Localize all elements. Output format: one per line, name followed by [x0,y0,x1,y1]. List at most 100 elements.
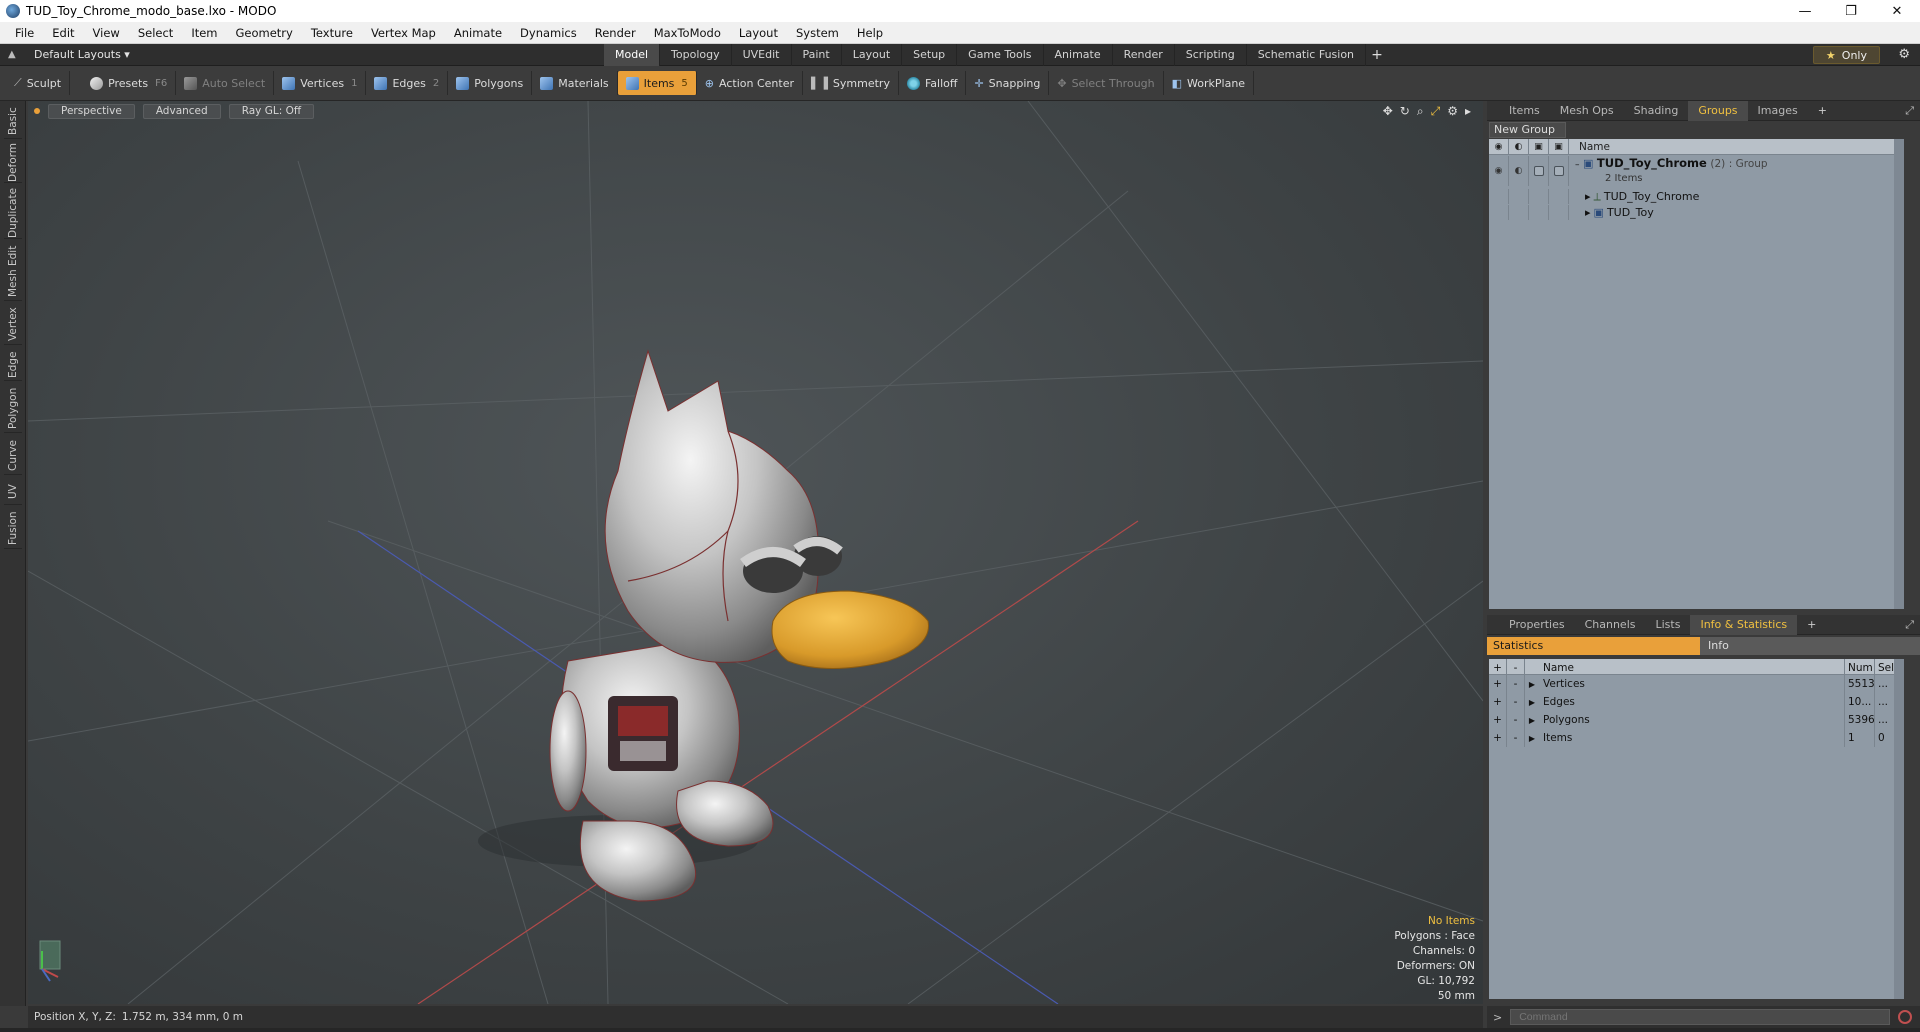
num-column-header[interactable]: Num [1845,659,1875,674]
zoom-icon[interactable]: ⌕ [1417,104,1424,119]
pan-icon[interactable]: ✥ [1383,104,1393,119]
tab-images[interactable]: Images [1748,101,1808,121]
new-group-button[interactable]: New Group [1489,122,1566,138]
collapse-icon[interactable]: – [1575,160,1580,170]
symmetry-button[interactable]: ▌▐ Symmetry [803,71,899,95]
menu-system[interactable]: System [787,26,848,40]
vtab-fusion[interactable]: Fusion [4,509,22,549]
materials-button[interactable]: Materials [532,71,618,95]
table-row[interactable]: + - ▶ Vertices 5513 ... [1489,675,1904,693]
menu-view[interactable]: View [84,26,129,40]
render-col-icon[interactable]: ◐ [1509,138,1529,155]
remove-all-button[interactable]: - [1507,659,1525,674]
select-through-button[interactable]: ✥ Select Through [1049,71,1164,95]
lock-col-icon[interactable]: ▣ [1529,138,1549,155]
menu-dynamics[interactable]: Dynamics [511,26,586,40]
add-panel-tab-button[interactable]: + [1797,615,1826,635]
tab-topology[interactable]: Topology [660,44,732,66]
tab-groups[interactable]: Groups [1688,100,1748,121]
tab-channels[interactable]: Channels [1575,615,1646,635]
viewport-settings-icon[interactable]: ⚙ [1447,104,1458,119]
tab-properties[interactable]: Properties [1499,615,1575,635]
menu-file[interactable]: File [6,26,43,40]
workplane-button[interactable]: ◧ WorkPlane [1164,71,1255,95]
add-button[interactable]: + [1489,693,1507,711]
vtab-basic[interactable]: Basic [4,105,22,139]
viewport-menu-dot[interactable] [34,108,40,114]
tree-item[interactable]: ▸ ▣ TUD_Toy [1489,205,1904,220]
tab-schematic-fusion[interactable]: Schematic Fusion [1247,44,1367,66]
vertices-button[interactable]: Vertices 1 [274,71,367,95]
statistics-tab[interactable]: Statistics [1487,637,1700,655]
menu-texture[interactable]: Texture [302,26,362,40]
vtab-vertex[interactable]: Vertex [4,305,22,345]
close-button[interactable]: ✕ [1874,0,1920,22]
expand-icon[interactable]: ⤢ [1905,618,1914,632]
vtab-duplicate[interactable]: Duplicate [4,187,22,239]
add-button[interactable]: + [1489,729,1507,747]
render-toggle-icon[interactable]: ◐ [1509,156,1529,186]
maximize-button[interactable]: ❐ [1828,0,1874,22]
rotate-icon[interactable]: ↻ [1400,104,1410,119]
lock-checkbox[interactable] [1533,166,1544,176]
menu-help[interactable]: Help [848,26,892,40]
tab-uvedit[interactable]: UVEdit [732,44,792,66]
tab-game-tools[interactable]: Game Tools [957,44,1044,66]
tab-lists[interactable]: Lists [1646,615,1691,635]
snapping-button[interactable]: ✛ Snapping [966,71,1050,95]
minimize-button[interactable]: — [1782,0,1828,22]
menu-select[interactable]: Select [129,26,182,40]
default-layouts-dropdown[interactable]: ▲ Default Layouts ▾ [8,48,130,61]
sculpt-button[interactable]: ⟋ Sculpt [6,71,71,95]
tab-scripting[interactable]: Scripting [1175,44,1247,66]
select-checkbox[interactable] [1553,166,1564,176]
add-all-button[interactable]: + [1489,659,1507,674]
tab-items[interactable]: Items [1499,101,1550,121]
groups-scrollbar[interactable] [1894,139,1904,609]
add-button[interactable]: + [1489,675,1507,693]
view-perspective-button[interactable]: Perspective [48,103,135,119]
tab-setup[interactable]: Setup [902,44,958,66]
add-tab-button[interactable]: + [1366,44,1388,66]
raygl-button[interactable]: Ray GL: Off [228,103,315,119]
expand-child-icon[interactable]: ▸ [1569,190,1591,203]
expand-arrow-icon[interactable]: ▶ [1525,680,1539,689]
expand-arrow-icon[interactable]: ▶ [1525,698,1539,707]
items-button[interactable]: Items 5 [617,71,697,95]
tab-animate[interactable]: Animate [1044,44,1113,66]
name-column-header[interactable]: Name [1539,659,1845,674]
expand-arrow-icon[interactable]: ▶ [1525,734,1539,743]
menu-layout[interactable]: Layout [730,26,787,40]
info-tab[interactable]: Info [1700,637,1920,655]
remove-button[interactable]: - [1507,729,1525,747]
tab-layout[interactable]: Layout [842,44,903,66]
tab-shading[interactable]: Shading [1624,101,1689,121]
expand-arrow-icon[interactable]: ▶ [1525,716,1539,725]
vtab-mesh-edit[interactable]: Mesh Edit [4,243,22,301]
add-button[interactable]: + [1489,711,1507,729]
tab-mesh-ops[interactable]: Mesh Ops [1550,101,1624,121]
remove-button[interactable]: - [1507,675,1525,693]
vtab-polygon[interactable]: Polygon [4,385,22,433]
command-history-icon[interactable] [1898,1010,1913,1024]
action-center-button[interactable]: ⊕ Action Center [697,71,803,95]
tree-item[interactable]: ▸ ⟂ TUD_Toy_Chrome [1489,189,1904,204]
auto-select-button[interactable]: Auto Select [176,71,275,95]
edges-button[interactable]: Edges 2 [366,71,449,95]
table-row[interactable]: + - ▶ Items 1 0 [1489,729,1904,747]
add-panel-tab-button[interactable]: + [1808,101,1837,121]
visibility-col-icon[interactable]: ◉ [1489,138,1509,155]
menu-render[interactable]: Render [586,26,645,40]
viewport-expand-icon[interactable]: ▸ [1465,104,1471,119]
tab-render[interactable]: Render [1113,44,1175,66]
expand-child-icon[interactable]: ▸ [1569,206,1591,219]
tab-info-statistics[interactable]: Info & Statistics [1690,614,1798,635]
table-row[interactable]: + - ▶ Polygons 5396 ... [1489,711,1904,729]
command-input[interactable] [1510,1009,1891,1025]
remove-button[interactable]: - [1507,711,1525,729]
table-row[interactable]: + - ▶ Edges 10... ... [1489,693,1904,711]
tab-paint[interactable]: Paint [792,44,842,66]
name-column-header[interactable]: Name [1569,141,1610,153]
group-row[interactable]: ◉ ◐ – ▣ TUD_Toy_Chrome (2) : Group 2 Ite… [1489,156,1904,186]
vtab-edge[interactable]: Edge [4,349,22,381]
